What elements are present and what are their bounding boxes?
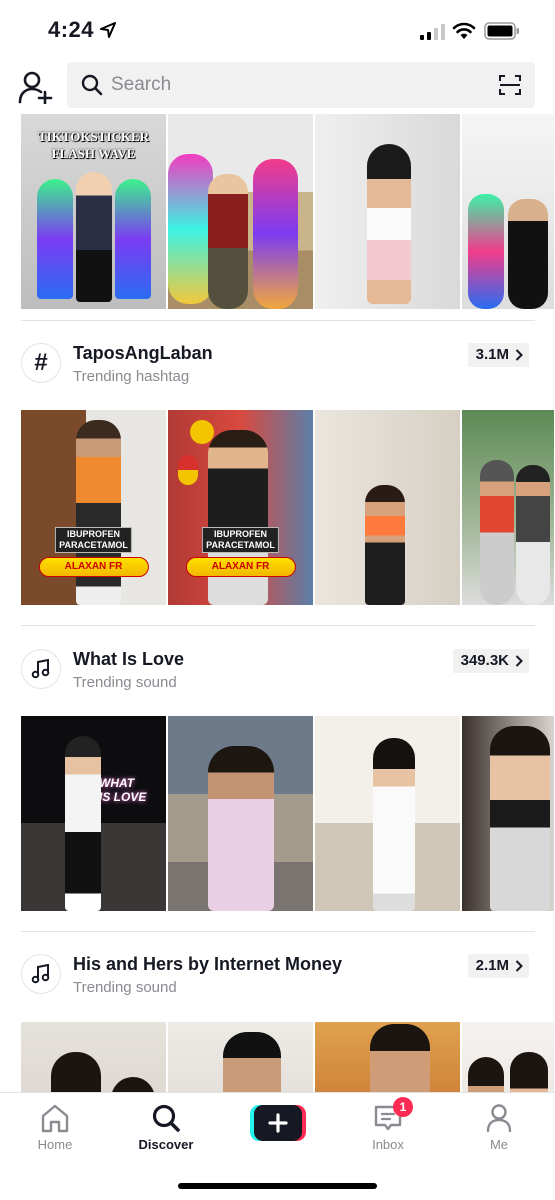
- profile-icon: [486, 1104, 512, 1133]
- tab-label: Discover: [138, 1137, 194, 1152]
- section-subtitle: Trending sound: [73, 979, 177, 996]
- search-input[interactable]: [111, 62, 481, 108]
- home-icon: [41, 1104, 69, 1133]
- view-count-badge[interactable]: 3.1M: [467, 343, 529, 367]
- divider: [21, 931, 535, 932]
- create-video-button[interactable]: [250, 1105, 306, 1141]
- video-thumbnail[interactable]: [21, 1022, 166, 1092]
- battery-icon: [484, 22, 519, 40]
- divider: [21, 625, 535, 626]
- wifi-icon: [452, 22, 476, 39]
- chevron-right-icon: [515, 960, 523, 972]
- trending-hashtag-header[interactable]: # TaposAngLaban Trending hashtag 3.1M: [21, 342, 535, 386]
- section-subtitle: Trending sound: [73, 674, 177, 691]
- video-thumbnail[interactable]: [315, 410, 460, 605]
- promo-brand: ALAXAN FR: [185, 557, 296, 577]
- trending-sound-header[interactable]: His and Hers by Internet Money Trending …: [21, 953, 535, 997]
- status-bar: 4:24: [0, 0, 555, 62]
- tab-home[interactable]: Home: [10, 1103, 100, 1152]
- section-title: TaposAngLaban: [73, 343, 213, 363]
- video-thumbnail[interactable]: [462, 410, 554, 605]
- view-count: 3.1M: [475, 346, 509, 363]
- music-note-icon: [21, 649, 61, 689]
- section-title: What Is Love: [73, 649, 185, 669]
- video-row-top: TIKTOKSTICKER FLASH WAVE: [21, 114, 554, 309]
- promo-text: IBUPROFEN PARACETAMOL: [55, 527, 132, 553]
- status-time: 4:24: [48, 17, 95, 42]
- divider: [21, 320, 535, 321]
- scan-icon[interactable]: [499, 74, 521, 96]
- video-thumbnail[interactable]: [168, 114, 313, 309]
- neon-overlay-text: WHAT IS LOVE: [99, 776, 147, 804]
- hashtag-icon: #: [21, 343, 61, 383]
- video-row-sound-1: WHAT IS LOVE: [21, 716, 554, 911]
- discover-feed[interactable]: TIKTOKSTICKER FLASH WAVE # TaposAngLaban…: [0, 112, 555, 1092]
- tab-discover[interactable]: Discover: [121, 1103, 211, 1152]
- view-count-badge[interactable]: 2.1M: [467, 954, 529, 978]
- view-count-badge[interactable]: 349.3K: [452, 649, 529, 673]
- video-thumbnail[interactable]: [315, 1022, 460, 1092]
- video-row-sound-2: [21, 1022, 554, 1092]
- video-thumbnail[interactable]: [168, 1022, 313, 1092]
- section-title: His and Hers by Internet Money: [73, 954, 343, 974]
- video-thumbnail[interactable]: [462, 1022, 554, 1092]
- promo-text: IBUPROFEN PARACETAMOL: [202, 527, 279, 553]
- cellular-signal-icon: [420, 24, 445, 40]
- video-thumbnail[interactable]: [462, 114, 554, 309]
- chevron-right-icon: [515, 349, 523, 361]
- header: [0, 62, 555, 112]
- tab-label: Home: [37, 1137, 73, 1152]
- search-bar[interactable]: [67, 62, 535, 108]
- home-indicator: [178, 1183, 377, 1189]
- tab-label: Inbox: [372, 1137, 404, 1152]
- promo-brand: ALAXAN FR: [38, 557, 149, 577]
- inbox-badge: 1: [393, 1097, 413, 1117]
- trending-sound-header[interactable]: What Is Love Trending sound 349.3K: [21, 648, 535, 692]
- tab-inbox[interactable]: 1 Inbox: [343, 1097, 433, 1152]
- tab-me[interactable]: Me: [454, 1103, 544, 1152]
- video-thumbnail[interactable]: IBUPROFEN PARACETAMOL ALAXAN FR: [168, 410, 313, 605]
- video-thumbnail[interactable]: [168, 716, 313, 911]
- video-thumbnail[interactable]: TIKTOKSTICKER FLASH WAVE: [21, 114, 166, 309]
- video-thumbnail[interactable]: IBUPROFEN PARACETAMOL ALAXAN FR: [21, 410, 166, 605]
- video-thumbnail[interactable]: WHAT IS LOVE: [21, 716, 166, 911]
- search-icon: [81, 74, 103, 96]
- music-note-icon: [21, 954, 61, 994]
- search-icon: [152, 1104, 180, 1132]
- location-arrow-icon: [100, 22, 116, 38]
- add-user-icon[interactable]: [18, 70, 54, 104]
- video-thumbnail[interactable]: [462, 716, 554, 911]
- video-thumbnail[interactable]: [315, 716, 460, 911]
- chevron-right-icon: [515, 655, 523, 667]
- video-thumbnail[interactable]: [315, 114, 460, 309]
- view-count: 349.3K: [460, 652, 509, 669]
- tab-label: Me: [489, 1137, 509, 1152]
- section-subtitle: Trending hashtag: [73, 368, 190, 385]
- thumbnail-caption: TIKTOKSTICKER FLASH WAVE: [37, 129, 150, 161]
- video-row-hashtag: IBUPROFEN PARACETAMOL ALAXAN FR IBUPROFE…: [21, 410, 554, 605]
- view-count: 2.1M: [475, 957, 509, 974]
